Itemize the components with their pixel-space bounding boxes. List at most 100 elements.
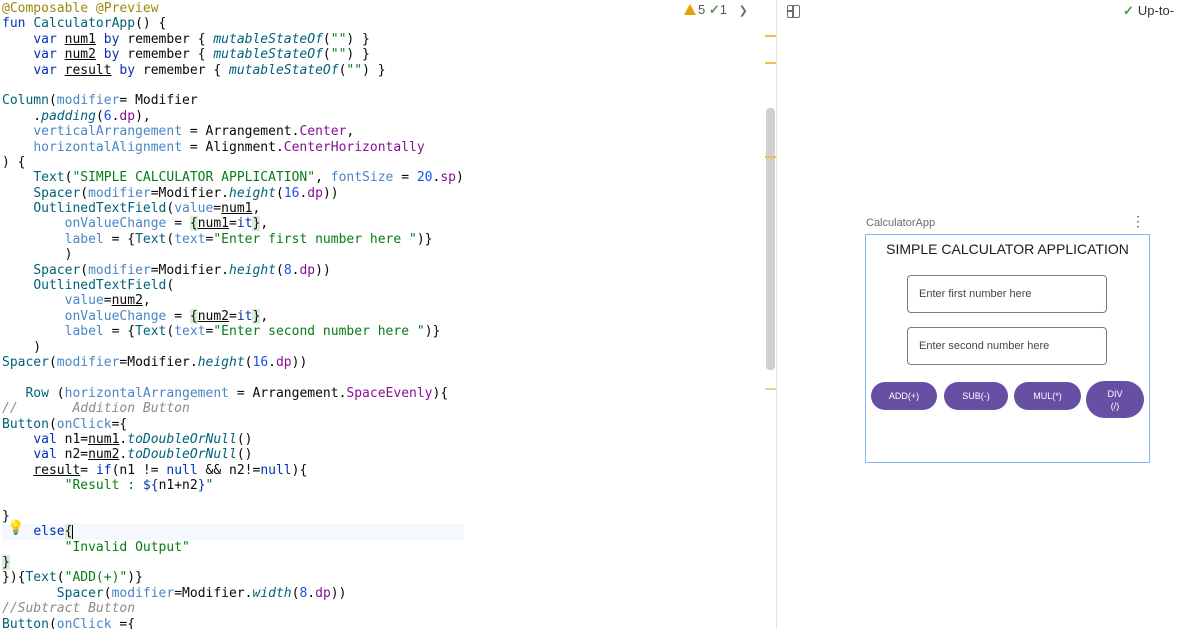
code-token: ( [80, 185, 89, 201]
code-line[interactable]: } [2, 509, 464, 524]
code-line[interactable] [2, 78, 464, 93]
first-number-field[interactable]: Enter first number here [907, 275, 1107, 313]
inspection-widget[interactable]: 5 ✓1 ❯ [684, 2, 748, 18]
code-line[interactable]: Button(onClick ={ [2, 617, 464, 629]
code-line[interactable]: label = {Text(text="Enter second number … [2, 324, 464, 339]
code-token: ( [48, 616, 57, 629]
code-token: 8 [283, 262, 292, 278]
code-token: horizontalAlignment [33, 139, 183, 155]
code-token: Column [2, 93, 49, 109]
code-token: . [268, 354, 276, 370]
code-token: ( [244, 354, 253, 370]
code-token: toDoubleOrNull [127, 447, 237, 463]
sub-button[interactable]: SUB(-) [944, 382, 1008, 410]
code-line[interactable]: OutlinedTextField( [2, 278, 464, 293]
code-token: null [260, 462, 292, 478]
code-editor[interactable]: @Composable @Preview fun CalculatorApp() … [0, 0, 776, 629]
code-token: dp [315, 585, 331, 601]
code-line[interactable]: var result by remember { mutableStateOf(… [2, 63, 464, 78]
code-line[interactable]: }){Text("ADD(+)")} [2, 570, 464, 585]
gutter-marker [765, 62, 776, 64]
code-token: () [236, 447, 253, 463]
code-line[interactable]: Text("SIMPLE CALCULATOR APPLICATION", fo… [2, 170, 464, 185]
code-line[interactable]: Row (horizontalArrangement = Arrangement… [2, 386, 464, 401]
code-line[interactable]: // Addition Button [2, 401, 464, 416]
code-line[interactable]: var num1 by remember { mutableStateOf(""… [2, 32, 464, 47]
code-line[interactable]: Spacer(modifier=Modifier.height(8.dp)) [2, 263, 464, 278]
code-line[interactable]: verticalArrangement = Arrangement.Center… [2, 124, 464, 139]
code-line[interactable] [2, 370, 464, 385]
code-line[interactable]: Spacer(modifier=Modifier.width(8.dp)) [2, 586, 464, 601]
code-lines[interactable]: @Composable @Preview fun CalculatorApp() … [2, 1, 464, 629]
code-token: CenterHorizontally [283, 139, 425, 155]
code-line[interactable]: horizontalAlignment = Alignment.CenterHo… [2, 140, 464, 155]
code-line[interactable]: ) [2, 247, 464, 262]
code-line[interactable]: onValueChange = {num1=it}, [2, 216, 464, 232]
code-token: num2 [197, 308, 229, 324]
code-line[interactable]: val n2=num2.toDoubleOrNull() [2, 447, 464, 462]
code-line[interactable]: //Subtract Button [2, 601, 464, 616]
code-token: Row [25, 385, 49, 401]
code-line[interactable]: } [2, 555, 464, 571]
code-token: val [33, 447, 65, 463]
code-line[interactable]: var num2 by remember { mutableStateOf(""… [2, 47, 464, 62]
code-token: = Arrangement. [229, 385, 347, 401]
code-token: remember { [127, 31, 214, 47]
code-line[interactable]: fun CalculatorApp() { [2, 16, 464, 31]
code-line[interactable]: Spacer(modifier=Modifier.height(16.dp)) [2, 186, 464, 201]
code-line[interactable]: "Invalid Output" [2, 540, 464, 555]
code-line[interactable]: else{ [2, 524, 464, 540]
chevron-icon[interactable]: ❯ [739, 5, 748, 17]
code-line[interactable]: label = {Text(text="Enter first number h… [2, 232, 464, 247]
code-line[interactable]: ) [2, 340, 464, 355]
mul-button[interactable]: MUL(*) [1014, 382, 1081, 410]
layout-icon[interactable] [787, 5, 800, 18]
code-line[interactable]: .padding(6.dp), [2, 109, 464, 124]
code-line[interactable]: Button(onClick={ [2, 417, 464, 432]
preview-panel: ✓ Up-to- CalculatorApp ⋮ SIMPLE CALCULATO… [777, 0, 1200, 629]
editor-scrollbar[interactable] [766, 108, 775, 370]
code-line[interactable] [2, 494, 464, 509]
code-line[interactable]: Spacer(modifier=Modifier.height(16.dp)) [2, 355, 464, 370]
code-line[interactable]: ) { [2, 155, 464, 170]
code-line[interactable]: onValueChange = {num2=it}, [2, 308, 464, 324]
code-line[interactable]: value=num2, [2, 293, 464, 308]
code-token: dp [119, 108, 136, 124]
code-line[interactable]: OutlinedTextField(value=num1, [2, 201, 464, 216]
code-token: ){ [432, 385, 449, 401]
code-token: num1 [64, 31, 96, 47]
code-line[interactable]: val n1=num1.toDoubleOrNull() [2, 432, 464, 447]
code-token: onClick [56, 416, 112, 432]
code-token: result [33, 462, 81, 478]
code-token: Spacer [56, 585, 104, 601]
code-token: onClick [56, 616, 112, 629]
code-token: modifier [56, 354, 120, 370]
code-line[interactable]: Column(modifier= Modifier [2, 93, 464, 108]
code-token: ) } [346, 31, 370, 47]
code-token: } [2, 555, 10, 571]
code-token: Spacer [33, 185, 81, 201]
more-options-icon[interactable]: ⋮ [1131, 213, 1145, 230]
code-line[interactable]: result= if(n1 != null && n2!=null){ [2, 463, 464, 478]
code-line[interactable]: "Result : ${n1+n2}" [2, 478, 464, 493]
code-token: num1 [88, 431, 120, 447]
code-token: ), [135, 108, 151, 124]
code-token: , [260, 216, 269, 232]
second-number-field[interactable]: Enter second number here [907, 327, 1107, 365]
code-token: ( [322, 31, 331, 47]
code-token: ( [275, 185, 284, 201]
div-button[interactable]: DIV (/) [1086, 381, 1144, 418]
code-token: "" [330, 47, 347, 63]
code-token: remember { [127, 47, 214, 63]
code-token: remember { [142, 62, 229, 78]
code-token: ( [48, 93, 57, 109]
add-button[interactable]: ADD(+) [871, 382, 937, 410]
code-token: ( [48, 416, 57, 432]
code-token: 16 [252, 354, 269, 370]
code-line[interactable]: @Composable @Preview [2, 1, 464, 16]
code-token: text [174, 231, 206, 247]
lightbulb-icon[interactable]: 💡 [7, 520, 24, 536]
